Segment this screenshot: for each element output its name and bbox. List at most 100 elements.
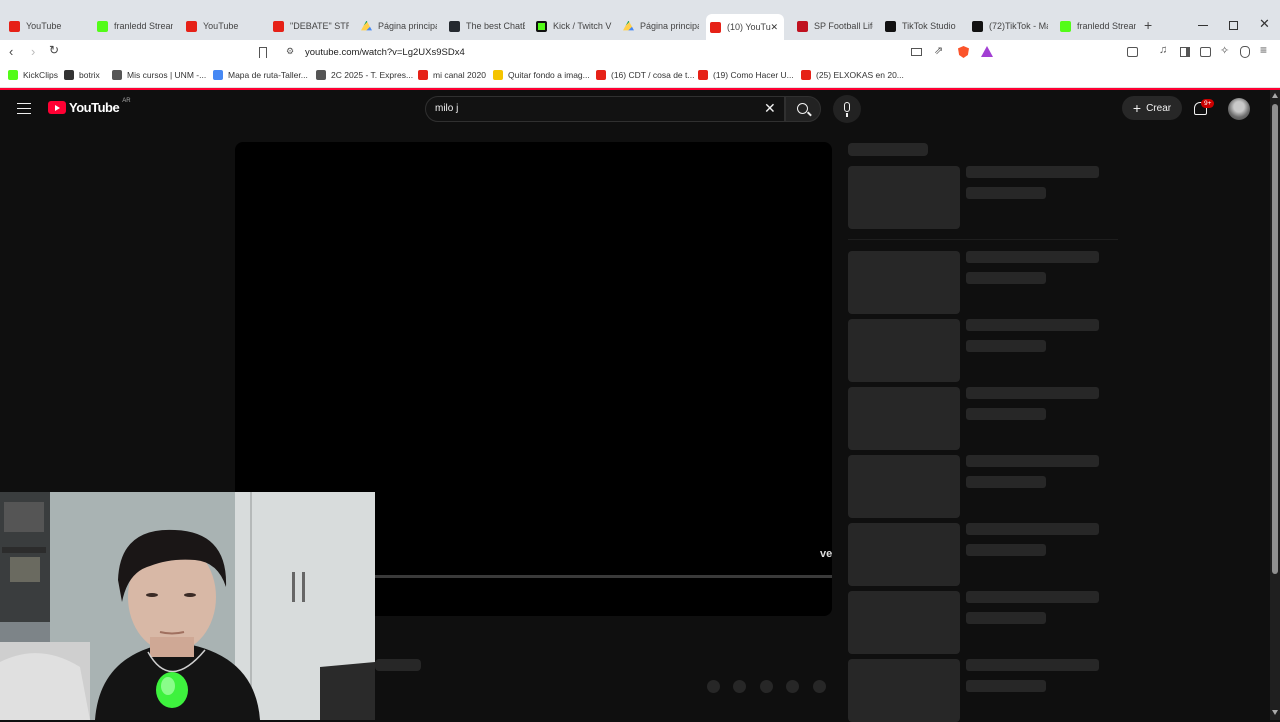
region-code: AR	[122, 97, 131, 104]
tab-search-icon[interactable]	[1127, 47, 1138, 57]
avatar[interactable]	[1228, 98, 1250, 120]
voice-search-button[interactable]	[833, 95, 861, 123]
video-progress-bar[interactable]	[375, 575, 832, 578]
title-skeleton	[966, 455, 1099, 467]
browser-tab[interactable]: SP Football Life	[793, 14, 873, 38]
youtube-logo-icon	[48, 101, 66, 114]
back-icon[interactable]: ‹	[9, 44, 13, 59]
action-skeleton	[813, 680, 826, 693]
browser-tab[interactable]: Página principal	[357, 14, 437, 38]
title-skeleton	[966, 659, 1099, 671]
bookmark-item[interactable]: KickClips	[8, 70, 58, 80]
browser-tab[interactable]: YouTube	[182, 14, 262, 38]
browser-tab-label: TikTok Studio	[902, 21, 956, 31]
forward-icon[interactable]: ›	[31, 44, 35, 59]
thumbnail-skeleton	[848, 319, 960, 382]
youtube-favicon-icon	[273, 20, 284, 32]
drive-favicon-icon	[623, 20, 634, 31]
browser-tab-label: franledd Stream	[114, 21, 173, 31]
share-icon[interactable]: ⇗	[934, 44, 943, 57]
page-scrollbar-thumb[interactable]	[1272, 104, 1278, 574]
title-skeleton	[966, 319, 1099, 331]
kick-favicon-icon	[536, 20, 547, 32]
site-info-icon[interactable]: ⚙	[286, 46, 294, 57]
youtube-logo[interactable]: YouTube AR	[48, 97, 131, 115]
title-skeleton	[966, 166, 1099, 178]
scroll-down-arrow[interactable]	[1272, 710, 1278, 715]
menu-icon[interactable]: ≡	[1260, 43, 1267, 57]
new-tab-button[interactable]: +	[1144, 17, 1152, 33]
bookmark-item[interactable]: Mapa de ruta-Taller...	[213, 70, 308, 80]
bookmark-favicon-icon	[418, 70, 428, 80]
youtube-favicon-icon	[186, 20, 197, 32]
youtube-logo-text: YouTube	[69, 100, 120, 115]
url-field[interactable]: youtube.com/watch?v=Lg2UXs9SDx4	[305, 47, 465, 58]
browser-tab[interactable]: "DEBATE" STRS	[269, 14, 349, 38]
youtube-favicon-icon	[9, 20, 20, 32]
bookmark-page-icon[interactable]	[259, 47, 267, 58]
channel-skeleton	[966, 612, 1046, 624]
bookmark-item[interactable]: 2C 2025 - T. Expres...	[316, 70, 413, 80]
search-input[interactable]: milo j	[435, 103, 458, 114]
bookmark-item[interactable]: (19) Como Hacer U...	[698, 70, 794, 80]
bookmark-item[interactable]: Quitar fondo a imag...	[493, 70, 590, 80]
sidebar-icon[interactable]	[1180, 47, 1190, 57]
bookmark-label: botrix	[79, 70, 100, 80]
channel-skeleton	[966, 272, 1046, 284]
bookmark-favicon-icon	[213, 70, 223, 80]
close-tab-icon[interactable]: ✕	[770, 22, 778, 33]
browser-tab[interactable]: franledd Stream	[93, 14, 173, 38]
restore-button[interactable]	[1229, 21, 1238, 30]
browser-tab-bar: YouTube franledd Stream YouTube "DEBATE" ST…	[0, 0, 1280, 40]
search-box: milo j ✕	[425, 96, 785, 122]
browser-tab[interactable]: The best ChatB	[445, 14, 525, 38]
browser-tab[interactable]: (72)TikTok - Ma	[968, 14, 1048, 38]
kick-favicon-icon	[97, 20, 108, 32]
bookmark-favicon-icon	[64, 70, 74, 80]
bookmark-favicon-icon	[698, 70, 708, 80]
thumbnail-skeleton	[848, 591, 960, 654]
bookmark-label: KickClips	[23, 70, 58, 80]
reload-icon[interactable]: ↻	[49, 43, 59, 57]
browser-tab[interactable]: Kick / Twitch V	[532, 14, 612, 38]
minimize-button[interactable]	[1198, 25, 1208, 26]
kick-favicon-icon	[1060, 20, 1071, 32]
browser-tab-label: SP Football Life	[814, 21, 873, 31]
browser-tab[interactable]: (10) YouTube✕	[706, 14, 784, 40]
bookmark-favicon-icon	[596, 70, 606, 80]
search-button[interactable]	[785, 96, 821, 122]
brave-shield-icon[interactable]	[958, 46, 969, 58]
sp-favicon-icon	[797, 20, 808, 32]
browser-tab[interactable]: Página principal	[619, 14, 699, 38]
browser-tab[interactable]: franledd Stream	[1056, 14, 1136, 38]
bookmark-label: Mapa de ruta-Taller...	[228, 70, 308, 80]
cast-icon[interactable]	[911, 48, 922, 56]
plus-icon: +	[1132, 100, 1142, 116]
create-button[interactable]: + Crear	[1122, 96, 1182, 120]
title-skeleton	[966, 387, 1099, 399]
bookmark-item[interactable]: (16) CDT / cosa de t...	[596, 70, 694, 80]
action-skeleton	[786, 680, 799, 693]
bookmark-item[interactable]: botrix	[64, 70, 100, 80]
scroll-up-arrow[interactable]	[1272, 93, 1278, 98]
channel-skeleton	[966, 408, 1046, 420]
webcam-image	[0, 492, 375, 720]
browser-tab-label: YouTube	[203, 21, 239, 31]
browser-tab[interactable]: YouTube	[5, 14, 85, 38]
close-window-button[interactable]: ✕	[1259, 16, 1270, 32]
title-skeleton	[966, 251, 1099, 263]
vpn-icon[interactable]	[1240, 46, 1250, 58]
wallet-icon[interactable]	[1200, 47, 1211, 57]
title-skeleton	[966, 523, 1099, 535]
browser-tab[interactable]: TikTok Studio	[881, 14, 961, 38]
clear-search-icon[interactable]: ✕	[764, 100, 776, 117]
bookmark-favicon-icon	[801, 70, 811, 80]
bookmark-item[interactable]: Mis cursos | UNM -...	[112, 70, 206, 80]
bookmark-item[interactable]: mi canal 2020	[418, 70, 486, 80]
hamburger-menu-icon[interactable]	[17, 103, 31, 114]
action-skeleton	[707, 680, 720, 693]
brave-rewards-icon[interactable]	[981, 46, 993, 57]
bookmark-item[interactable]: (25) ELXOKAS en 20...	[801, 70, 904, 80]
music-icon[interactable]: ♫	[1159, 44, 1167, 56]
leo-ai-icon[interactable]: ✧	[1220, 44, 1229, 57]
